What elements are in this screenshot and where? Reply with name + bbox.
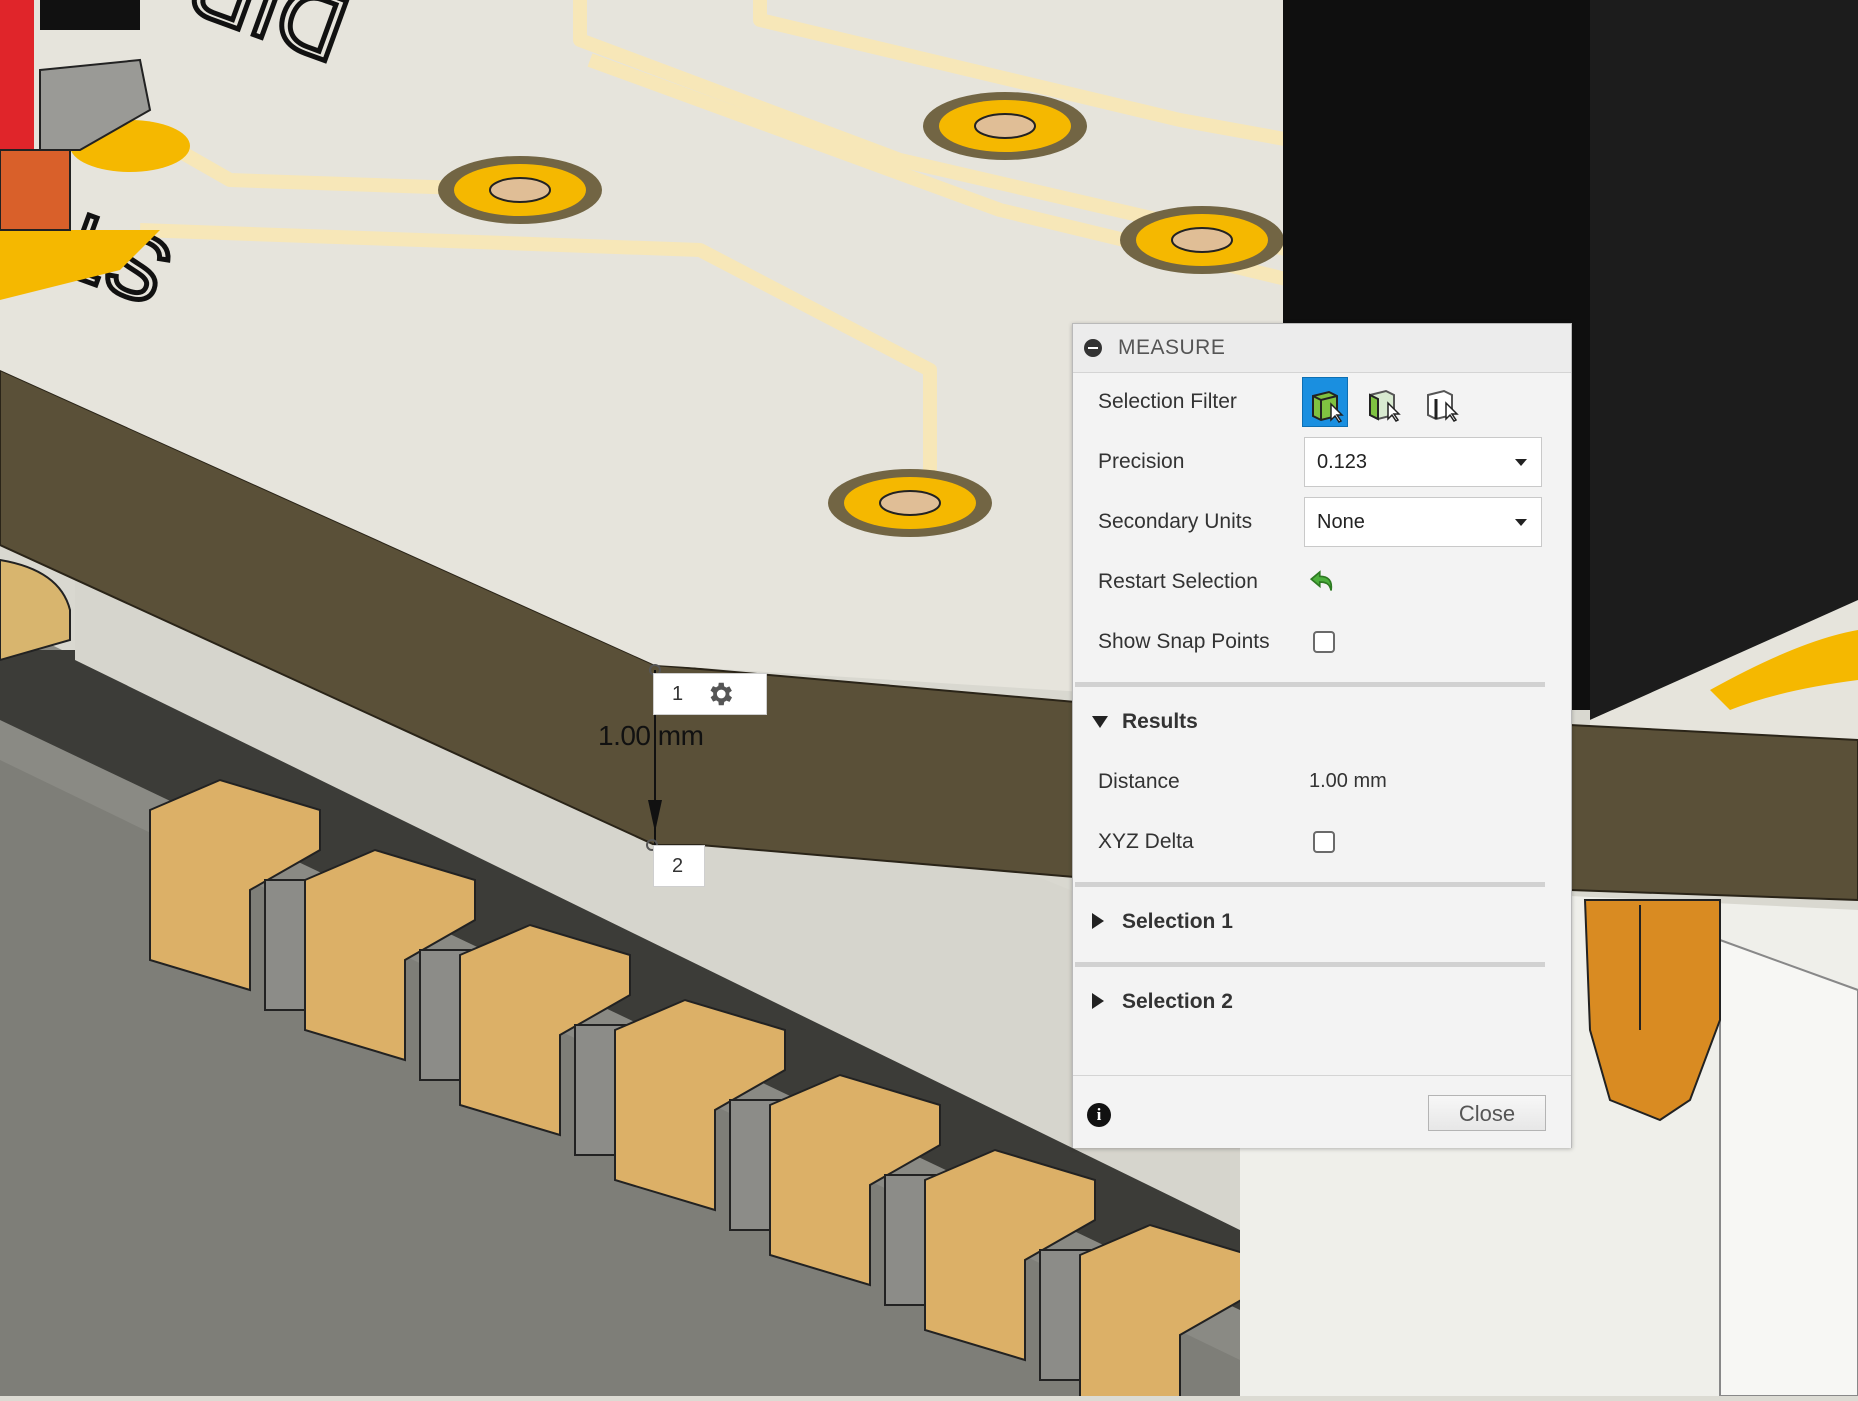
precision-row: Precision 0.123 [1073, 437, 1571, 487]
selection-2-label: Selection 2 [1122, 990, 1233, 1013]
gear-icon[interactable] [705, 679, 735, 709]
expand-down-icon [1092, 716, 1108, 728]
selection-2-section-header[interactable]: Selection 2 [1073, 984, 1571, 1024]
xyz-delta-checkbox[interactable] [1313, 831, 1335, 853]
show-snap-points-checkbox[interactable] [1313, 631, 1335, 653]
precision-dropdown[interactable]: 0.123 [1304, 437, 1542, 487]
measure-point-1-tag[interactable]: 1 [653, 673, 767, 715]
secondary-units-dropdown[interactable]: None [1304, 497, 1542, 547]
panel-header[interactable]: MEASURE [1073, 324, 1571, 373]
results-label: Results [1122, 710, 1198, 733]
restart-selection-row: Restart Selection [1073, 557, 1571, 607]
distance-value: 1.00 mm [1309, 770, 1387, 792]
distance-row: Distance 1.00 mm [1073, 757, 1571, 807]
edge-select-icon [1427, 389, 1459, 422]
edge-select-button[interactable] [1418, 377, 1464, 427]
selection-1-section-header[interactable]: Selection 1 [1073, 904, 1571, 944]
restart-selection-icon[interactable] [1307, 565, 1341, 599]
secondary-units-row: Secondary Units None [1073, 497, 1571, 547]
info-icon[interactable]: i [1087, 1103, 1111, 1127]
collapse-icon[interactable] [1084, 339, 1102, 357]
secondary-units-label: Secondary Units [1098, 510, 1253, 533]
face-select-icon [1369, 389, 1401, 422]
point-2-label: 2 [672, 854, 684, 877]
precision-label: Precision [1098, 450, 1185, 473]
selection-1-label: Selection 1 [1122, 910, 1233, 933]
xyz-delta-label: XYZ Delta [1098, 830, 1194, 853]
restart-selection-label: Restart Selection [1098, 570, 1258, 593]
results-section-header[interactable]: Results [1073, 704, 1571, 744]
selection-filter-label: Selection Filter [1098, 390, 1237, 413]
show-snap-points-label: Show Snap Points [1098, 630, 1270, 653]
point-1-label: 1 [672, 682, 684, 705]
face-select-button[interactable] [1360, 377, 1406, 427]
divider [1075, 882, 1545, 887]
distance-label: Distance [1098, 770, 1180, 793]
body-select-button[interactable] [1302, 377, 1348, 427]
dimension-label: 1.00 mm [598, 720, 704, 751]
measure-panel: MEASURE Selection Filter Precision 0.123… [1072, 323, 1572, 1148]
close-button[interactable]: Close [1428, 1095, 1546, 1131]
divider [1075, 682, 1545, 687]
model-view: STEP DIR [0, 0, 1858, 1401]
measure-point-2-tag[interactable]: 2 [653, 845, 705, 887]
chevron-down-icon [1515, 519, 1527, 526]
panel-title: MEASURE [1118, 336, 1226, 359]
precision-value: 0.123 [1317, 451, 1368, 473]
selection-filter-row: Selection Filter [1073, 377, 1571, 427]
expand-right-icon [1092, 993, 1104, 1009]
xyz-delta-row: XYZ Delta [1073, 817, 1571, 867]
divider [1075, 962, 1545, 967]
expand-right-icon [1092, 913, 1104, 929]
panel-footer: i Close [1073, 1075, 1571, 1148]
secondary-units-value: None [1317, 511, 1365, 533]
chevron-down-icon [1515, 459, 1527, 466]
3d-viewport[interactable]: STEP DIR 1 2 1.00 mm [0, 0, 1858, 1401]
body-select-icon [1312, 390, 1344, 423]
show-snap-points-row: Show Snap Points [1073, 617, 1571, 667]
